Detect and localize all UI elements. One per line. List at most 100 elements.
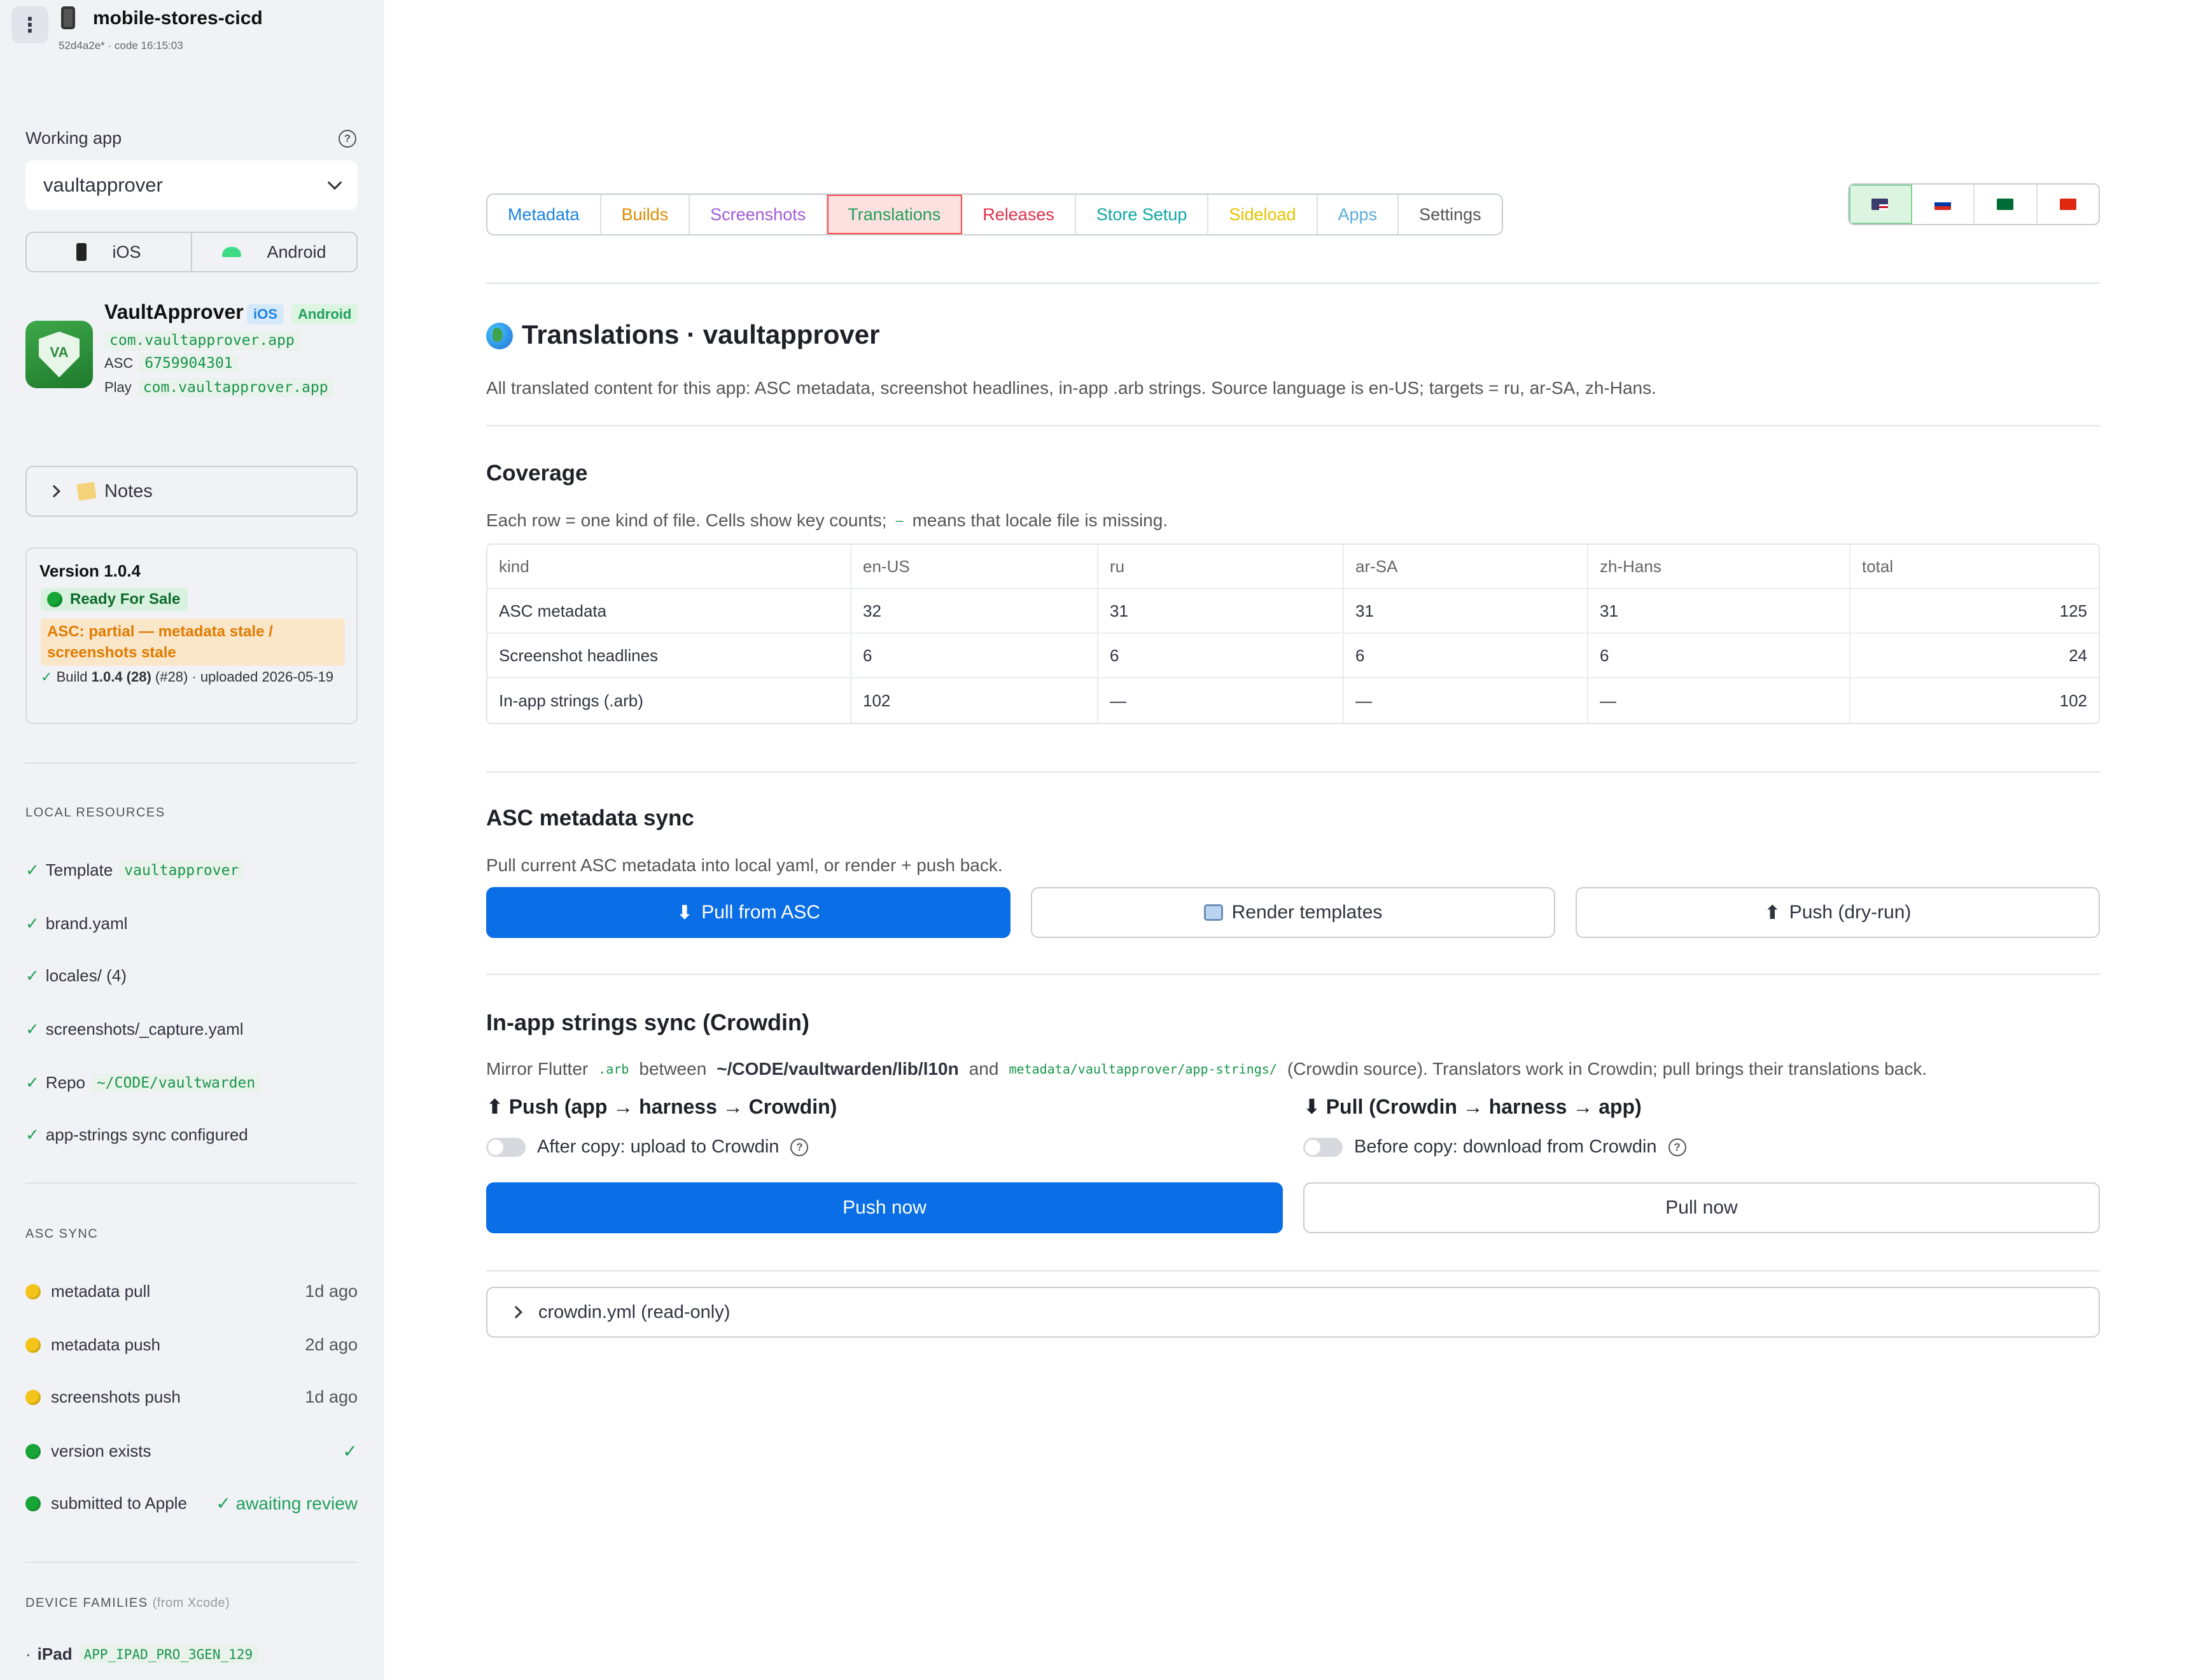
column-header: total [1862,556,1894,576]
chevron-right-icon [48,485,60,498]
crowdin-yaml-expander[interactable]: crowdin.yml (read-only) [486,1287,2100,1338]
pull-label: Pull from ASC [701,902,820,923]
pull-now-label: Pull now [1665,1197,1738,1218]
ru-flag-icon [1934,199,1951,210]
tab-screenshots[interactable]: Screenshots [690,195,828,234]
render-templates-button[interactable]: Render templates [1031,887,1555,938]
pull-now-button[interactable]: Pull now [1303,1182,2100,1233]
divider [486,974,2100,975]
table-row: Screenshot headlines 6 6 6 6 24 [487,634,2099,678]
divider [25,762,358,764]
column-header: kind [487,545,851,588]
resource-item: ✓ screenshots/_capture.yaml [25,1019,244,1039]
resource-label: screenshots/_capture.yaml [45,1019,244,1039]
notes-expander[interactable]: Notes [25,466,358,517]
device-family-item: · iPad APP_IPAD_PRO_3GEN_129 [25,1644,258,1664]
platform-android-button[interactable]: Android [192,233,356,271]
asc-sync-label: version exists [51,1441,151,1460]
help-icon[interactable]: ? [790,1138,809,1156]
tab-settings[interactable]: Settings [1399,195,1502,234]
push-title-text: Push (app → harness → Crowdin) [508,1095,837,1118]
resource-label: locales/ (4) [45,966,127,985]
push-dry-run-button[interactable]: ⬆ Push (dry-run) [1576,887,2100,938]
tab-sideload[interactable]: Sideload [1208,195,1318,234]
android-icon [222,247,242,257]
locale-button[interactable] [1975,185,2038,224]
chevron-right-icon [510,1306,522,1319]
help-icon[interactable]: ? [339,130,356,148]
tab-metadata[interactable]: Metadata [487,195,601,234]
status-dot-icon [25,1389,41,1405]
resource-item: ✓ app-strings sync configured [25,1125,248,1145]
chevron-down-icon [327,175,342,190]
upload-toggle[interactable]: After copy: upload to Crowdin? [486,1137,809,1158]
toggle-switch[interactable] [1303,1137,1343,1157]
arrow-up-icon: ⬆ [1764,902,1780,923]
working-app-value: vaultapprover [43,174,163,196]
table-cell: 102 [2059,690,2087,710]
build-info: ✓ Build 1.0.4 (28) (#28) · uploaded 2026… [41,667,346,687]
table-cell: ASC metadata [487,589,851,633]
table-cell: — [1098,678,1344,723]
tab-builds[interactable]: Builds [601,195,690,234]
asc-sync-section-title: ASC metadata sync [486,806,694,830]
toggle-switch[interactable] [486,1137,526,1157]
tab-bar: Metadata Builds Screenshots Translations Rel… [486,193,1503,235]
locale-button[interactable] [2038,185,2099,224]
push-now-button[interactable]: Push now [486,1182,1283,1233]
table-cell: 24 [2069,645,2087,665]
check-icon: ✓ [25,1019,39,1039]
pull-from-asc-button[interactable]: ⬇ Pull from ASC [486,887,1011,938]
column-header: en-US [851,545,1098,588]
tab-translations[interactable]: Translations [827,195,963,234]
status-badge: Ready For Sale [41,588,188,611]
app-name: VaultApprover [104,300,244,323]
asc-sync-item: version exists ✓ [25,1441,358,1462]
table-cell: 6 [851,634,1098,677]
locale-button[interactable] [1849,185,1912,224]
menu-button[interactable]: ⋮ [11,6,48,43]
app-icon-text: VA [50,344,69,360]
asc-sync-status: 1d ago [305,1387,358,1406]
asc-sync-item: metadata pull 1d ago [25,1282,358,1301]
resource-item: ✓ locales/ (4) [25,966,127,986]
asc-sync-label: screenshots push [51,1387,181,1406]
phone-icon [76,243,87,261]
table-cell: 125 [2059,601,2087,620]
ios-badge: iOS [247,304,284,325]
asc-sync-label: metadata pull [51,1282,151,1301]
crowdin-description: Mirror Flutter .arb between ~/CODE/vault… [486,1059,1927,1079]
check-icon: ✓ [41,669,53,685]
missing-marker: — [895,513,904,528]
memo-icon [76,482,97,501]
resource-code: vaultapprover [119,860,244,880]
crowdin-yaml-label: crowdin.yml (read-only) [538,1301,731,1322]
table-cell: In-app strings (.arb) [487,678,851,723]
download-toggle[interactable]: Before copy: download from Crowdin? [1303,1137,1686,1158]
resource-label: brand.yaml [45,914,128,933]
play-label: Play [104,379,132,395]
column-header: ar-SA [1344,545,1588,588]
locale-button[interactable] [1912,185,1975,224]
coverage-description: Each row = one kind of file. Cells show … [486,510,1168,531]
coverage-table: kind en-US ru ar-SA zh-Hans total ASC metadata… [486,543,2100,724]
arrow-up-icon: ⬆ [486,1095,503,1118]
table-cell: Screenshot headlines [487,634,851,677]
table-row: ASC metadata 32 31 31 31 125 [487,589,2099,634]
help-icon[interactable]: ? [1668,1138,1686,1156]
coverage-title: Coverage [486,461,588,486]
asc-sync-label: metadata push [51,1335,161,1354]
tab-apps[interactable]: Apps [1317,195,1399,234]
desc-meta-path: metadata/vaultapprover/app-strings/ [1009,1061,1277,1077]
working-app-select[interactable]: vaultapprover [25,160,358,210]
check-icon: ✓ [25,860,39,879]
tab-releases[interactable]: Releases [962,195,1076,234]
page-description: All translated content for this app: ASC… [486,378,1656,398]
asc-sync-item: submitted to Apple ✓ awaiting review [25,1493,358,1514]
device-families-note: (from Xcode) [152,1596,230,1610]
check-icon: ✓ [25,1125,39,1144]
render-icon [1203,904,1223,921]
tab-store-setup[interactable]: Store Setup [1075,195,1209,234]
platform-ios-button[interactable]: iOS [27,233,192,271]
coverage-desc-before: Each row = one kind of file. Cells show … [486,510,887,530]
